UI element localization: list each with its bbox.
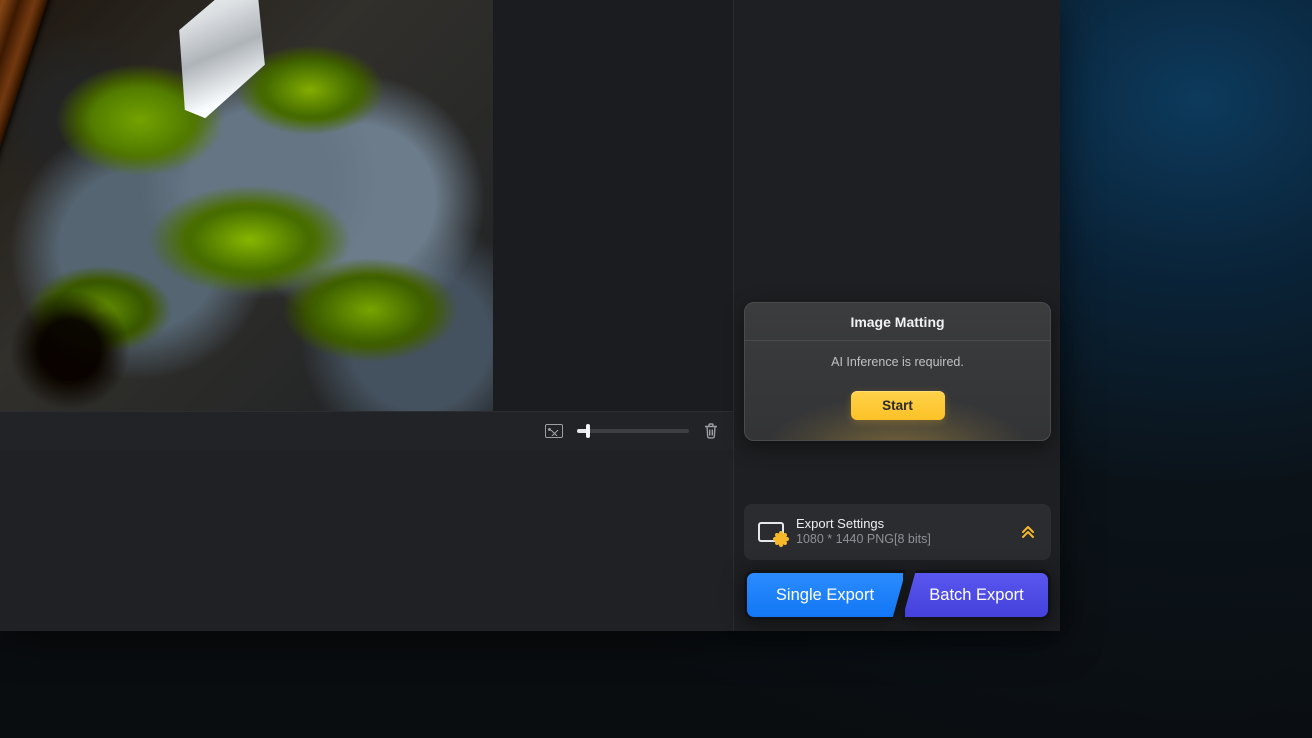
app-window: Image Matting AI Inference is required. … bbox=[0, 0, 1060, 631]
trash-icon[interactable] bbox=[703, 422, 719, 440]
single-export-button[interactable]: Single Export bbox=[744, 570, 906, 620]
image-matting-panel: Image Matting AI Inference is required. … bbox=[744, 302, 1051, 441]
preview-image[interactable] bbox=[0, 0, 493, 411]
start-button[interactable]: Start bbox=[851, 391, 945, 420]
thumbnail-icon[interactable] bbox=[545, 424, 563, 438]
image-matting-title: Image Matting bbox=[745, 303, 1050, 341]
sidebar: Image Matting AI Inference is required. … bbox=[733, 0, 1060, 631]
canvas-toolbar bbox=[0, 411, 733, 450]
export-settings-detail: 1080 * 1440 PNG[8 bits] bbox=[796, 532, 1007, 548]
zoom-slider-thumb[interactable] bbox=[586, 424, 590, 438]
export-settings-icon bbox=[758, 522, 784, 542]
image-matting-message: AI Inference is required. bbox=[745, 355, 1050, 369]
export-buttons: Single Export Batch Export bbox=[744, 570, 1051, 620]
chevron-up-icon bbox=[1019, 521, 1037, 544]
batch-export-button[interactable]: Batch Export bbox=[902, 570, 1051, 620]
zoom-slider[interactable] bbox=[577, 429, 689, 433]
image-matting-body: AI Inference is required. Start bbox=[745, 341, 1050, 440]
export-settings-row[interactable]: Export Settings 1080 * 1440 PNG[8 bits] bbox=[744, 504, 1051, 560]
export-settings-title: Export Settings bbox=[796, 516, 1007, 532]
canvas-area bbox=[0, 0, 733, 450]
